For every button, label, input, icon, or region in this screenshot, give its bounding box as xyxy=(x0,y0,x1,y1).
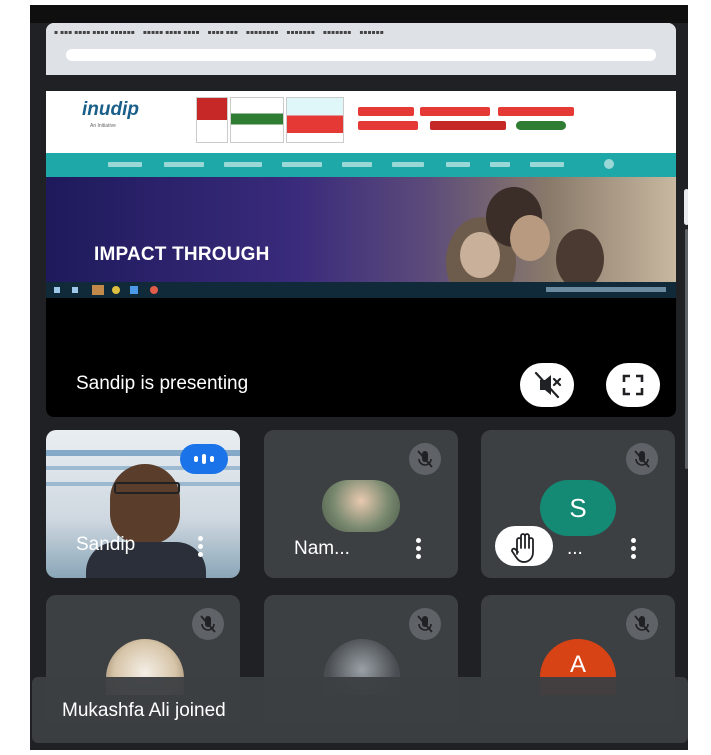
meet-window: ▪ ▪▪▪ ▪▪▪▪ ▪▪▪▪ ▪▪▪▪▪▪ ▪▪▪▪▪ ▪▪▪▪ ▪▪▪▪ ▪▪▪… xyxy=(30,5,688,750)
volume-off-icon xyxy=(534,371,562,399)
participant-name: ... xyxy=(567,538,583,559)
presenting-label: Sandip is presenting xyxy=(76,373,249,394)
mic-off-icon xyxy=(626,443,658,475)
speaking-indicator xyxy=(180,444,228,474)
scrollbar-thumb[interactable] xyxy=(684,189,688,225)
presentation-tile[interactable]: ▪ ▪▪▪ ▪▪▪▪ ▪▪▪▪ ▪▪▪▪▪▪ ▪▪▪▪▪ ▪▪▪▪ ▪▪▪▪ ▪▪▪… xyxy=(46,23,676,417)
mic-off-icon xyxy=(192,608,224,640)
avatar xyxy=(322,480,400,532)
join-notification: Mukashfa Ali joined xyxy=(32,677,688,743)
participant-name: Sandip xyxy=(76,534,136,555)
award-badge xyxy=(286,97,344,143)
participant-tile[interactable]: Nam... xyxy=(264,430,458,578)
taskbar xyxy=(46,282,676,298)
fullscreen-button[interactable] xyxy=(606,363,660,407)
mute-presentation-button[interactable] xyxy=(520,363,574,407)
more-options-button[interactable] xyxy=(198,536,204,560)
participant-face xyxy=(110,464,180,544)
raised-hand-badge xyxy=(495,526,553,566)
site-header: inudip An Initiative xyxy=(46,91,676,153)
more-options-button[interactable] xyxy=(631,538,637,562)
site-nav xyxy=(46,153,676,177)
award-badge xyxy=(230,97,284,143)
participant-tile-video[interactable]: Sandip xyxy=(46,430,240,578)
raised-hand-icon xyxy=(511,533,534,563)
browser-chrome: ▪ ▪▪▪ ▪▪▪▪ ▪▪▪▪ ▪▪▪▪▪▪ ▪▪▪▪▪ ▪▪▪▪ ▪▪▪▪ ▪▪▪… xyxy=(46,23,676,75)
address-bar xyxy=(66,49,656,61)
site-logo: inudip xyxy=(82,99,139,120)
fullscreen-icon xyxy=(622,374,644,396)
mic-off-icon xyxy=(409,443,441,475)
audio-level-icon xyxy=(194,454,214,464)
award-badge xyxy=(196,97,228,143)
participant-tile[interactable]: S ... xyxy=(481,430,675,578)
scrollbar-track[interactable] xyxy=(685,229,688,469)
status-bar xyxy=(30,5,688,23)
notification-text: Mukashfa Ali joined xyxy=(62,700,226,721)
more-options-button[interactable] xyxy=(416,538,422,562)
mic-off-icon xyxy=(409,608,441,640)
participant-name: Nam... xyxy=(294,538,350,559)
hero-banner: IMPACT THROUGH INNOVATION xyxy=(46,177,676,282)
mic-off-icon xyxy=(626,608,658,640)
hero-title: IMPACT THROUGH INNOVATION xyxy=(94,246,270,264)
shared-screen: ▪ ▪▪▪ ▪▪▪▪ ▪▪▪▪ ▪▪▪▪▪▪ ▪▪▪▪▪ ▪▪▪▪ ▪▪▪▪ ▪▪▪… xyxy=(46,23,676,298)
